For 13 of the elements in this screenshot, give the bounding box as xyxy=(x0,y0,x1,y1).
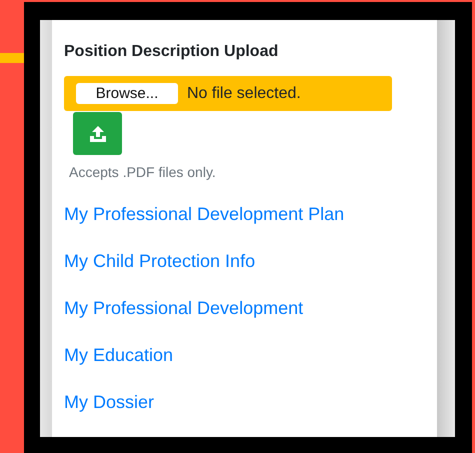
profile-link[interactable]: My Professional Development xyxy=(64,294,304,322)
upload-icon xyxy=(88,124,106,142)
profile-link[interactable]: My Professional Development Plan xyxy=(64,200,344,228)
accent-stripe xyxy=(0,53,24,63)
section-title: Position Description Upload xyxy=(64,42,278,62)
profile-link[interactable]: My Education xyxy=(64,341,174,369)
browse-button[interactable]: Browse... xyxy=(76,83,178,104)
file-input[interactable]: Browse... No file selected. xyxy=(64,76,392,111)
profile-link[interactable]: My Child Protection Info xyxy=(64,247,256,275)
upload-button[interactable] xyxy=(73,112,122,155)
upload-hint: Accepts .PDF files only. xyxy=(69,163,216,181)
profile-link[interactable]: My Dossier xyxy=(64,388,154,416)
file-status: No file selected. xyxy=(187,84,301,102)
